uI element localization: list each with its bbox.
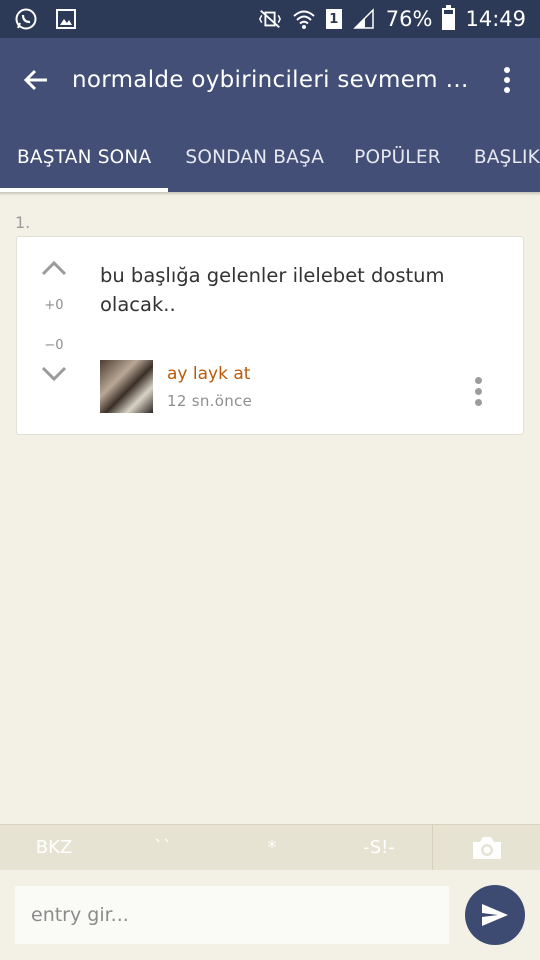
bkz-button[interactable]: BKZ (0, 825, 108, 871)
battery-icon (442, 5, 456, 30)
tab-sondan-basa[interactable]: SONDAN BAŞA (168, 122, 337, 192)
send-icon (482, 904, 508, 926)
format-toolbar: BKZ `` * -S!- (0, 824, 540, 871)
back-button[interactable] (0, 38, 72, 122)
hidden-bkz-button[interactable]: `` (108, 825, 218, 871)
compose-bar (0, 870, 540, 960)
signal-icon (352, 7, 376, 31)
entry-card: +0 −0 bu başlığa gelenler ilelebet dostu… (16, 236, 524, 435)
tab-bar: BAŞTAN SONA SONDAN BAŞA POPÜLER BAŞLIK (0, 122, 540, 192)
more-vert-icon (475, 377, 482, 384)
tab-shadow (0, 192, 540, 196)
downvote-count: −0 (44, 338, 64, 353)
sim-icon: 1 (325, 9, 342, 29)
spoiler-button[interactable]: -S!- (326, 825, 432, 871)
avatar[interactable] (100, 360, 153, 413)
tab-baslik[interactable]: BAŞLIK (457, 122, 540, 192)
battery-percent: 76% (385, 7, 433, 31)
entry-menu-button[interactable] (475, 377, 482, 406)
camera-icon (472, 836, 501, 859)
arrow-left-icon (23, 69, 47, 91)
camera-button[interactable] (433, 825, 540, 871)
clock: 14:49 (465, 7, 526, 31)
author-link[interactable]: ay layk at (167, 364, 250, 384)
gallery-icon (54, 7, 78, 31)
send-button[interactable] (465, 885, 525, 945)
tab-bastan-sona[interactable]: BAŞTAN SONA (0, 122, 169, 192)
upvote-button[interactable] (37, 259, 71, 281)
upvote-count: +0 (44, 298, 64, 313)
entry-number: 1. (15, 213, 31, 232)
star-button[interactable]: * (218, 825, 326, 871)
more-vert-icon (504, 67, 510, 93)
entry-time: 12 sn.önce (167, 392, 253, 410)
chevron-up-icon (41, 260, 67, 276)
downvote-button[interactable] (37, 365, 71, 387)
overflow-menu-button[interactable] (474, 38, 540, 122)
entry-input[interactable] (15, 886, 449, 944)
whatsapp-icon (14, 7, 38, 31)
app-bar: normalde oybirincileri sevmem ama... (0, 38, 540, 122)
chevron-down-icon (41, 366, 67, 382)
wifi-icon (292, 7, 316, 31)
page-title: normalde oybirincileri sevmem ama... (72, 67, 474, 93)
vibrate-mute-icon (258, 7, 282, 31)
entry-text: bu başlığa gelenler ilelebet dostum olac… (100, 264, 445, 316)
tab-populer[interactable]: POPÜLER (337, 122, 457, 192)
status-bar: 1 76% 14:49 (0, 0, 540, 38)
